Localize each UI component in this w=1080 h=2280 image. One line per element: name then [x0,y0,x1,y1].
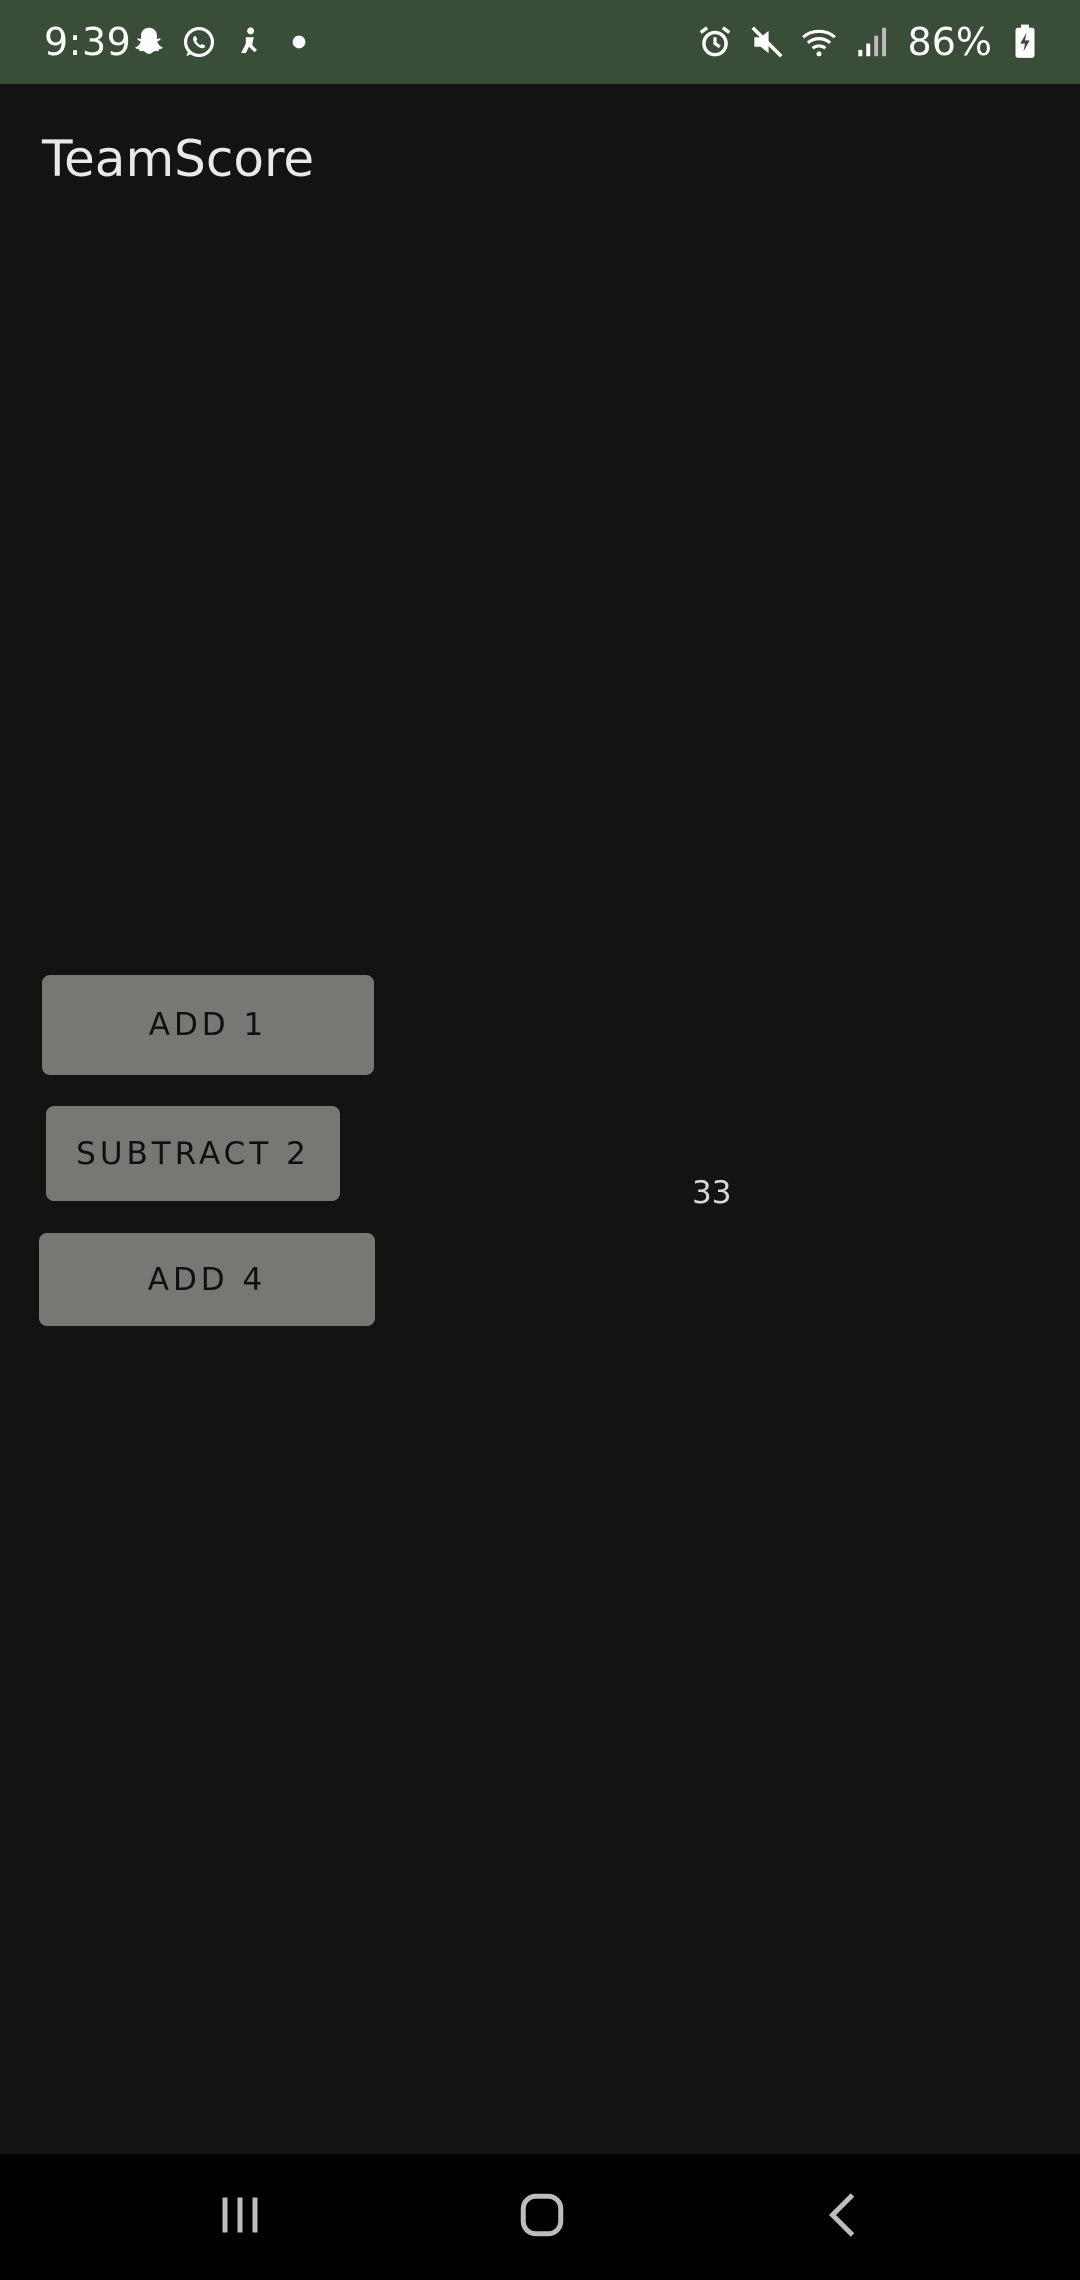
navigation-bar [0,2154,1080,2280]
mute-icon [748,23,786,61]
whatsapp-icon [180,23,218,61]
add-1-button[interactable]: ADD 1 [42,975,374,1075]
status-bar: 9:39 86% [0,0,1080,84]
wifi-icon [800,23,838,61]
recents-icon [210,2185,270,2249]
alarm-icon [696,23,734,61]
subtract-2-button[interactable]: SUBTRACT 2 [46,1106,340,1201]
app-screen: 9:39 86% TeamScore ADD 1 SUBTRACT 2 ADD … [0,0,1080,2280]
score-value: 33 [692,1175,732,1211]
back-button[interactable] [755,2154,935,2280]
battery-charging-icon [1006,23,1044,61]
home-button[interactable] [452,2154,632,2280]
status-time: 9:39 [44,20,132,64]
dot-icon [280,23,318,61]
recents-button[interactable] [150,2154,330,2280]
status-system-icons: 86% [696,0,1044,84]
status-notification-icons [130,0,318,84]
signal-icon [852,23,890,61]
snapchat-icon [130,23,168,61]
add-4-button[interactable]: ADD 4 [39,1233,375,1326]
battery-percent: 86% [907,20,992,64]
app-title: TeamScore [42,130,315,188]
app-notification-icon [230,23,268,61]
home-icon [512,2185,572,2249]
back-icon [815,2185,875,2249]
